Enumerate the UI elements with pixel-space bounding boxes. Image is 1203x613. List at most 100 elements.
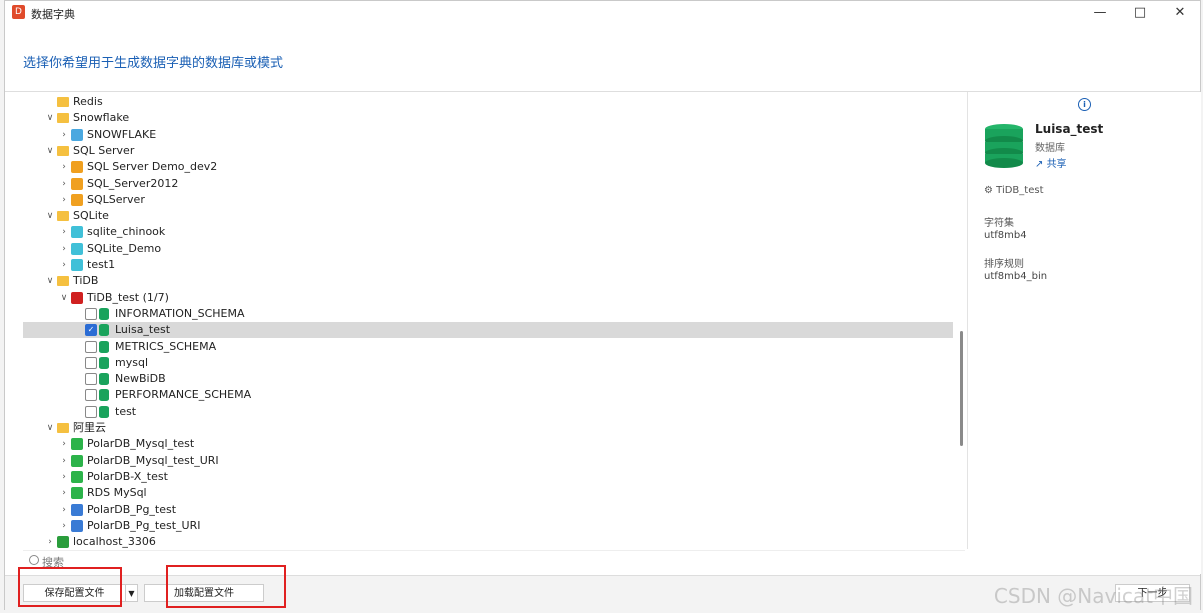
tree-item[interactable]: ∨ Snowflake xyxy=(23,110,953,126)
chevron-right-icon[interactable]: › xyxy=(59,453,69,469)
tree-item-label: PolarDB-X_test xyxy=(87,469,168,483)
info-icon[interactable]: i xyxy=(1078,98,1091,111)
tree-item-label: SQLite_Demo xyxy=(87,241,162,255)
chevron-right-icon[interactable]: › xyxy=(45,534,55,549)
tree-item[interactable]: › PolarDB_Mysql_test_URI xyxy=(23,453,953,469)
tree-item[interactable]: ∨ TiDB xyxy=(23,273,953,289)
tree-item[interactable]: ∨ TiDB_test (1/7) xyxy=(23,290,953,306)
chevron-right-icon[interactable]: › xyxy=(59,176,69,192)
share-label: 共享 xyxy=(1046,159,1067,170)
charset-value: utf8mb4 xyxy=(984,230,1027,241)
tree-item[interactable]: ✓ Luisa_test xyxy=(23,322,953,339)
folder-icon xyxy=(57,113,69,124)
share-link[interactable]: ↗ 共享 xyxy=(1035,155,1067,170)
tree-item-label: SNOWFLAKE xyxy=(87,127,157,141)
chevron-down-icon[interactable]: ∨ xyxy=(45,143,55,159)
header: 选择你希望用于生成数据字典的数据库或模式 xyxy=(5,25,1200,92)
connection-name: ⚙ TiDB_test xyxy=(984,185,1044,196)
maximize-icon[interactable]: □ xyxy=(1125,3,1155,23)
polarpg-connection-icon xyxy=(71,519,83,532)
tree-item[interactable]: › PolarDB_Mysql_test xyxy=(23,436,953,452)
highlight-box-load xyxy=(166,565,286,608)
chevron-right-icon[interactable]: › xyxy=(59,485,69,501)
folder-icon xyxy=(57,276,69,287)
database-icon xyxy=(99,373,109,386)
chevron-down-icon[interactable]: ∨ xyxy=(45,208,55,224)
sqlite-connection-icon xyxy=(71,259,83,271)
chevron-down-icon[interactable]: ∨ xyxy=(59,290,69,306)
chevron-right-icon[interactable]: › xyxy=(59,224,69,240)
tree-item[interactable]: ∨ SQL Server xyxy=(23,143,953,159)
tree-item-label: SQL Server xyxy=(73,143,135,157)
tree-item[interactable]: › sqlite_chinook xyxy=(23,224,953,240)
chevron-right-icon[interactable]: › xyxy=(59,469,69,485)
chevron-right-icon[interactable]: › xyxy=(59,127,69,143)
window-title: 数据字典 xyxy=(31,8,75,21)
chevron-right-icon[interactable]: › xyxy=(59,436,69,452)
tree-item[interactable]: ∨ SQLite xyxy=(23,208,953,224)
tree-item[interactable]: test xyxy=(23,404,953,420)
sqlserver-connection-icon xyxy=(71,193,83,206)
tree-item-label: SQL_Server2012 xyxy=(87,176,179,190)
search-bar[interactable]: 搜索 xyxy=(23,550,965,571)
collation-label: 排序规则 xyxy=(984,259,1024,270)
tree-item-label: SQLite xyxy=(73,209,109,223)
tree-item[interactable]: Redis xyxy=(23,94,953,110)
save-profile-dropdown-icon[interactable]: ▼ xyxy=(126,584,138,602)
tree-checkbox[interactable] xyxy=(85,389,97,402)
tree-item-label: PolarDB_Pg_test_URI xyxy=(87,518,201,532)
tree-item[interactable]: ∨ 阿里云 xyxy=(23,420,953,436)
tree-item[interactable]: › PolarDB-X_test xyxy=(23,469,953,485)
tree-item-label: PERFORMANCE_SCHEMA xyxy=(115,388,252,402)
tree-checkbox[interactable] xyxy=(85,373,97,386)
tree-checkbox[interactable] xyxy=(85,356,97,369)
tree-item-label: SQLServer xyxy=(87,192,145,206)
chevron-right-icon[interactable]: › xyxy=(59,192,69,208)
tree-checkbox[interactable] xyxy=(85,405,97,418)
chevron-down-icon[interactable]: ∨ xyxy=(45,420,55,436)
app-icon: D xyxy=(12,5,25,19)
tree-item[interactable]: › SQLite_Demo xyxy=(23,241,953,257)
tree-item[interactable]: › SNOWFLAKE xyxy=(23,127,953,143)
chevron-down-icon[interactable]: ∨ xyxy=(45,273,55,289)
connection-tree: Redis ∨ Snowflake › SNOWFLAKE ∨ SQL Server › SQL… xyxy=(5,92,968,549)
tree-item[interactable]: mysql xyxy=(23,355,953,371)
tree-item[interactable]: › SQLServer xyxy=(23,192,953,208)
chevron-right-icon[interactable]: › xyxy=(59,502,69,518)
polar-connection-icon xyxy=(71,470,83,483)
collation-value: utf8mb4_bin xyxy=(984,271,1048,282)
tree-checkbox[interactable]: ✓ xyxy=(85,324,97,337)
database-icon xyxy=(99,340,109,353)
chevron-right-icon[interactable]: › xyxy=(59,257,69,273)
folder-icon xyxy=(57,97,69,107)
database-icon xyxy=(99,405,109,418)
tree-item[interactable]: › localhost_3306 xyxy=(23,534,953,549)
mysql-connection-icon xyxy=(57,536,69,549)
tree-item[interactable]: INFORMATION_SCHEMA xyxy=(23,306,953,322)
chevron-down-icon[interactable]: ∨ xyxy=(45,110,55,126)
chevron-right-icon[interactable]: › xyxy=(59,518,69,534)
tree-item[interactable]: › PolarDB_Pg_test xyxy=(23,502,953,518)
tree-item[interactable]: › test1 xyxy=(23,257,953,273)
tree-item-label: Redis xyxy=(73,95,103,108)
close-icon[interactable]: ✕ xyxy=(1165,3,1195,23)
tree-item[interactable]: NewBiDB xyxy=(23,371,953,387)
chevron-right-icon[interactable]: › xyxy=(59,159,69,175)
sqlite-connection-icon xyxy=(71,226,83,239)
tree-item[interactable]: PERFORMANCE_SCHEMA xyxy=(23,387,953,403)
tree-item[interactable]: › RDS MySql xyxy=(23,485,953,501)
tree-checkbox[interactable] xyxy=(85,340,97,353)
titlebar: D 数据字典 — □ ✕ xyxy=(5,1,1200,25)
tree-checkbox[interactable] xyxy=(85,307,97,320)
chevron-right-icon[interactable]: › xyxy=(59,241,69,257)
tree-scrollbar[interactable] xyxy=(960,331,963,446)
tree-item[interactable]: › PolarDB_Pg_test_URI xyxy=(23,518,953,534)
minimize-icon[interactable]: — xyxy=(1085,3,1115,23)
tree-item[interactable]: › SQL_Server2012 xyxy=(23,176,953,192)
folder-icon xyxy=(57,211,69,222)
object-name: Luisa_test xyxy=(1035,122,1104,136)
tree-item[interactable]: METRICS_SCHEMA xyxy=(23,339,953,355)
tree-item-label: Snowflake xyxy=(73,111,130,125)
tree-item-label: test1 xyxy=(87,258,116,271)
tree-item[interactable]: › SQL Server Demo_dev2 xyxy=(23,159,953,175)
